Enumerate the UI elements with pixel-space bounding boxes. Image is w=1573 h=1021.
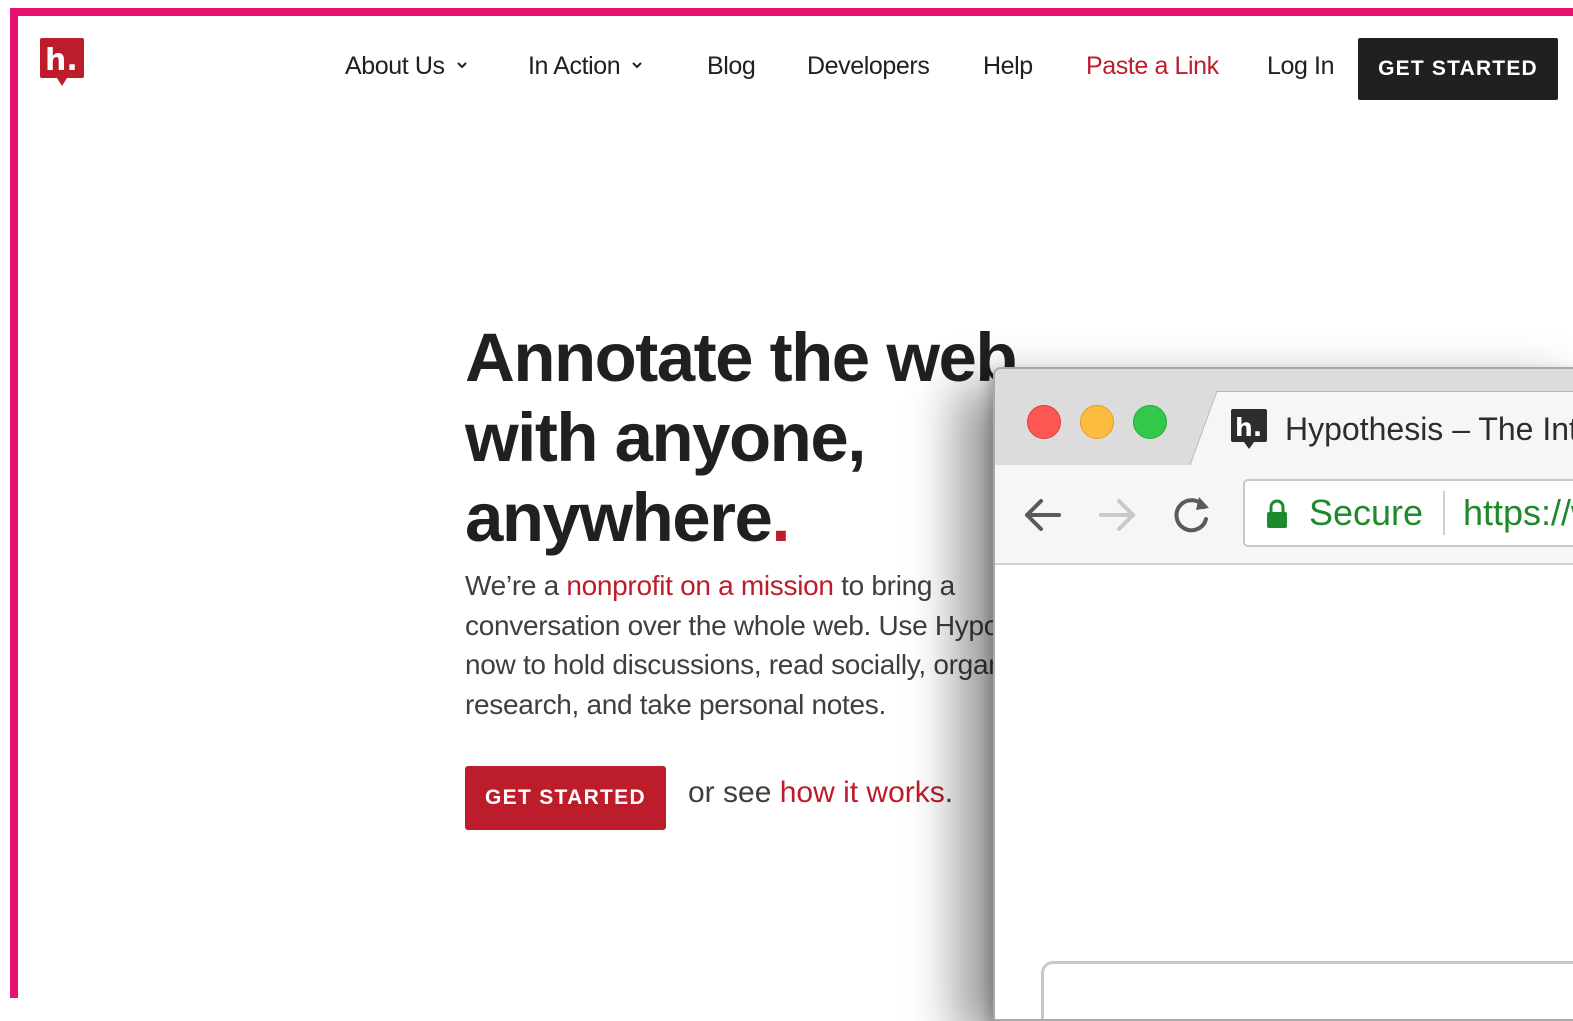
hero-title-line-1: Annotate the web <box>465 319 1018 396</box>
lock-icon <box>1267 499 1287 528</box>
hero-title-line-3: anywhere. <box>465 478 1016 558</box>
hero-text-line-3: now to hold discussions, read socially, … <box>465 649 1039 680</box>
minimize-light-icon <box>1080 405 1114 439</box>
nav-about-us[interactable]: About Us <box>345 52 467 81</box>
chevron-down-icon <box>632 62 643 69</box>
browser-content-panel <box>1041 961 1573 1019</box>
chevron-down-icon <box>456 62 467 69</box>
close-light-icon <box>1027 405 1061 439</box>
hero-text-prefix: We’re a <box>465 570 567 601</box>
secure-label: Secure <box>1309 492 1424 533</box>
hero-title: Annotate the web with anyone, anywhere. <box>465 318 1018 558</box>
browser-tab-content: h. Hypothesis – The Internet, peer revie… <box>1231 409 1573 449</box>
top-nav: About Us In Action Blog Developers Help … <box>0 38 1573 100</box>
see-prefix: or see <box>688 776 780 809</box>
hero-title-line-2: with anyone, <box>465 399 866 476</box>
nav-paste-link[interactable]: Paste a Link <box>1086 52 1219 81</box>
nav-about-us-label: About Us <box>345 52 445 80</box>
back-arrow-icon <box>1025 499 1061 531</box>
zoom-light-icon <box>1133 405 1167 439</box>
nav-help[interactable]: Help <box>983 52 1033 81</box>
nav-in-action[interactable]: In Action <box>528 52 643 81</box>
nonprofit-link[interactable]: nonprofit on a mission <box>566 570 834 601</box>
header-get-started-button[interactable]: GET STARTED <box>1358 38 1558 100</box>
nav-developers[interactable]: Developers <box>807 52 930 81</box>
browser-tab-bar: h. Hypothesis – The Internet, peer revie… <box>995 369 1573 472</box>
address-separator <box>1443 491 1445 535</box>
how-it-works-link[interactable]: how it works <box>780 776 945 809</box>
browser-tab-title: Hypothesis – The Internet, peer reviewed… <box>1285 410 1573 447</box>
browser-mockup: h. Hypothesis – The Internet, peer revie… <box>993 367 1573 1021</box>
favicon-icon: h. <box>1231 409 1267 449</box>
forward-arrow-icon <box>1099 499 1135 531</box>
browser-toolbar: Secure https://web.hypothes.is <box>995 465 1573 565</box>
nav-blog[interactable]: Blog <box>707 52 756 81</box>
browser-address-bar: Secure https://web.hypothes.is <box>1243 479 1573 547</box>
hero-text-line-1: We’re a nonprofit on a mission to bring … <box>465 566 1025 606</box>
how-it-works-line: or see how it works. <box>688 776 953 810</box>
frame-left-border <box>10 8 18 998</box>
address-url: https://web.hypothes.is <box>1463 492 1573 533</box>
see-suffix: . <box>944 776 954 809</box>
nav-log-in[interactable]: Log In <box>1267 52 1335 81</box>
frame-top-border <box>10 8 1573 16</box>
hero-text-line-4: research, and take personal notes. <box>465 688 886 720</box>
reload-icon <box>1174 497 1209 533</box>
hero-text-line-2: conversation over the whole web. Use Hyp… <box>465 609 1071 641</box>
hero-description: We’re a nonprofit on a mission to bring … <box>465 566 1071 724</box>
hero-title-dot: . <box>771 479 790 556</box>
hero-title-word: anywhere <box>465 479 773 556</box>
svg-text:h.: h. <box>1235 413 1262 442</box>
nav-in-action-label: In Action <box>528 52 621 80</box>
hero-text-line-1-rest: to bring a <box>833 570 955 601</box>
hero-get-started-button[interactable]: GET STARTED <box>465 766 666 830</box>
